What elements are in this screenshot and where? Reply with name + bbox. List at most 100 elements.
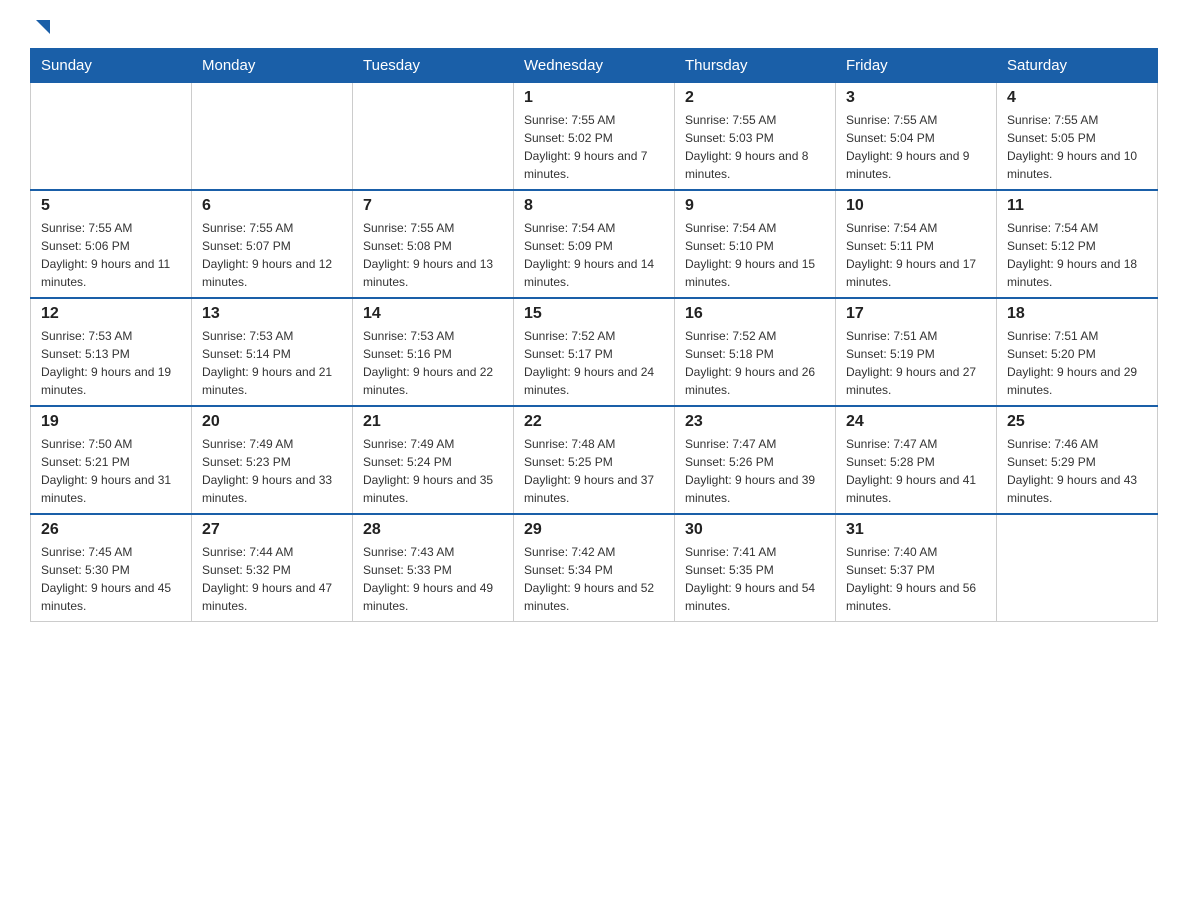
calendar-cell: 3 Sunrise: 7:55 AM Sunset: 5:04 PM Daylig… [836,83,997,191]
day-info: Sunrise: 7:47 AM Sunset: 5:26 PM Dayligh… [685,435,825,507]
calendar-cell: 20 Sunrise: 7:49 AM Sunset: 5:23 PM Dayli… [192,406,353,514]
day-number: 30 [685,521,825,539]
calendar-cell: 25 Sunrise: 7:46 AM Sunset: 5:29 PM Dayli… [997,406,1158,514]
day-info: Sunrise: 7:44 AM Sunset: 5:32 PM Dayligh… [202,543,342,615]
day-number: 11 [1007,197,1147,215]
day-number: 27 [202,521,342,539]
logo [30,20,54,38]
day-number: 2 [685,89,825,107]
day-info: Sunrise: 7:49 AM Sunset: 5:24 PM Dayligh… [363,435,503,507]
day-number: 20 [202,413,342,431]
day-number: 14 [363,305,503,323]
day-info: Sunrise: 7:55 AM Sunset: 5:04 PM Dayligh… [846,111,986,183]
weekday-header-friday: Friday [836,49,997,83]
day-number: 26 [41,521,181,539]
day-info: Sunrise: 7:53 AM Sunset: 5:16 PM Dayligh… [363,327,503,399]
calendar-week-row: 12 Sunrise: 7:53 AM Sunset: 5:13 PM Dayli… [31,298,1158,406]
calendar-cell: 8 Sunrise: 7:54 AM Sunset: 5:09 PM Daylig… [514,190,675,298]
weekday-header-sunday: Sunday [31,49,192,83]
weekday-header-saturday: Saturday [997,49,1158,83]
day-info: Sunrise: 7:48 AM Sunset: 5:25 PM Dayligh… [524,435,664,507]
day-number: 29 [524,521,664,539]
calendar-cell: 28 Sunrise: 7:43 AM Sunset: 5:33 PM Dayli… [353,514,514,622]
calendar-cell: 26 Sunrise: 7:45 AM Sunset: 5:30 PM Dayli… [31,514,192,622]
day-number: 21 [363,413,503,431]
calendar-cell: 23 Sunrise: 7:47 AM Sunset: 5:26 PM Dayli… [675,406,836,514]
day-info: Sunrise: 7:51 AM Sunset: 5:19 PM Dayligh… [846,327,986,399]
day-number: 24 [846,413,986,431]
day-number: 23 [685,413,825,431]
day-number: 1 [524,89,664,107]
calendar-cell: 31 Sunrise: 7:40 AM Sunset: 5:37 PM Dayli… [836,514,997,622]
calendar-cell: 7 Sunrise: 7:55 AM Sunset: 5:08 PM Daylig… [353,190,514,298]
day-info: Sunrise: 7:47 AM Sunset: 5:28 PM Dayligh… [846,435,986,507]
calendar-cell: 27 Sunrise: 7:44 AM Sunset: 5:32 PM Dayli… [192,514,353,622]
calendar-cell: 19 Sunrise: 7:50 AM Sunset: 5:21 PM Dayli… [31,406,192,514]
calendar-cell: 12 Sunrise: 7:53 AM Sunset: 5:13 PM Dayli… [31,298,192,406]
calendar-cell [31,83,192,191]
day-number: 16 [685,305,825,323]
calendar-cell [192,83,353,191]
day-number: 8 [524,197,664,215]
day-number: 3 [846,89,986,107]
calendar-cell: 11 Sunrise: 7:54 AM Sunset: 5:12 PM Dayli… [997,190,1158,298]
calendar-cell: 2 Sunrise: 7:55 AM Sunset: 5:03 PM Daylig… [675,83,836,191]
day-info: Sunrise: 7:55 AM Sunset: 5:07 PM Dayligh… [202,219,342,291]
weekday-header-thursday: Thursday [675,49,836,83]
day-number: 13 [202,305,342,323]
calendar-cell: 1 Sunrise: 7:55 AM Sunset: 5:02 PM Daylig… [514,83,675,191]
day-info: Sunrise: 7:43 AM Sunset: 5:33 PM Dayligh… [363,543,503,615]
day-info: Sunrise: 7:45 AM Sunset: 5:30 PM Dayligh… [41,543,181,615]
day-info: Sunrise: 7:49 AM Sunset: 5:23 PM Dayligh… [202,435,342,507]
calendar-cell: 29Sunrise: 7:42 AM Sunset: 5:34 PM Dayli… [514,514,675,622]
calendar-cell: 5 Sunrise: 7:55 AM Sunset: 5:06 PM Daylig… [31,190,192,298]
day-info: Sunrise: 7:53 AM Sunset: 5:14 PM Dayligh… [202,327,342,399]
day-number: 25 [1007,413,1147,431]
day-number: 18 [1007,305,1147,323]
calendar-cell: 18 Sunrise: 7:51 AM Sunset: 5:20 PM Dayli… [997,298,1158,406]
weekday-header-row: SundayMondayTuesdayWednesdayThursdayFrid… [31,49,1158,83]
day-info: Sunrise: 7:54 AM Sunset: 5:09 PM Dayligh… [524,219,664,291]
day-number: 17 [846,305,986,323]
day-number: 7 [363,197,503,215]
calendar-cell: 6 Sunrise: 7:55 AM Sunset: 5:07 PM Daylig… [192,190,353,298]
calendar-week-row: 1 Sunrise: 7:55 AM Sunset: 5:02 PM Daylig… [31,83,1158,191]
logo-triangle-icon [32,16,54,38]
calendar-cell: 9Sunrise: 7:54 AM Sunset: 5:10 PM Daylig… [675,190,836,298]
day-number: 12 [41,305,181,323]
day-info: Sunrise: 7:52 AM Sunset: 5:17 PM Dayligh… [524,327,664,399]
day-info: Sunrise: 7:51 AM Sunset: 5:20 PM Dayligh… [1007,327,1147,399]
day-info: Sunrise: 7:52 AM Sunset: 5:18 PM Dayligh… [685,327,825,399]
day-number: 22 [524,413,664,431]
day-info: Sunrise: 7:55 AM Sunset: 5:03 PM Dayligh… [685,111,825,183]
day-info: Sunrise: 7:40 AM Sunset: 5:37 PM Dayligh… [846,543,986,615]
calendar-cell: 24 Sunrise: 7:47 AM Sunset: 5:28 PM Dayli… [836,406,997,514]
day-info: Sunrise: 7:54 AM Sunset: 5:12 PM Dayligh… [1007,219,1147,291]
calendar-cell: 4 Sunrise: 7:55 AM Sunset: 5:05 PM Daylig… [997,83,1158,191]
day-info: Sunrise: 7:50 AM Sunset: 5:21 PM Dayligh… [41,435,181,507]
calendar-cell [997,514,1158,622]
day-info: Sunrise: 7:55 AM Sunset: 5:05 PM Dayligh… [1007,111,1147,183]
day-number: 5 [41,197,181,215]
day-number: 15 [524,305,664,323]
calendar-cell [353,83,514,191]
calendar-cell: 16 Sunrise: 7:52 AM Sunset: 5:18 PM Dayli… [675,298,836,406]
page-header [30,20,1158,38]
calendar-cell: 17 Sunrise: 7:51 AM Sunset: 5:19 PM Dayli… [836,298,997,406]
day-number: 6 [202,197,342,215]
day-info: Sunrise: 7:46 AM Sunset: 5:29 PM Dayligh… [1007,435,1147,507]
day-number: 19 [41,413,181,431]
day-info: Sunrise: 7:55 AM Sunset: 5:02 PM Dayligh… [524,111,664,183]
calendar-week-row: 26 Sunrise: 7:45 AM Sunset: 5:30 PM Dayli… [31,514,1158,622]
day-number: 31 [846,521,986,539]
day-number: 10 [846,197,986,215]
calendar-cell: 22 Sunrise: 7:48 AM Sunset: 5:25 PM Dayli… [514,406,675,514]
day-info: Sunrise: 7:53 AM Sunset: 5:13 PM Dayligh… [41,327,181,399]
calendar-table: SundayMondayTuesdayWednesdayThursdayFrid… [30,48,1158,622]
calendar-cell: 13 Sunrise: 7:53 AM Sunset: 5:14 PM Dayli… [192,298,353,406]
day-info: Sunrise: 7:55 AM Sunset: 5:08 PM Dayligh… [363,219,503,291]
day-number: 4 [1007,89,1147,107]
day-number: 9 [685,197,825,215]
day-number: 28 [363,521,503,539]
day-info: Sunrise: 7:55 AM Sunset: 5:06 PM Dayligh… [41,219,181,291]
